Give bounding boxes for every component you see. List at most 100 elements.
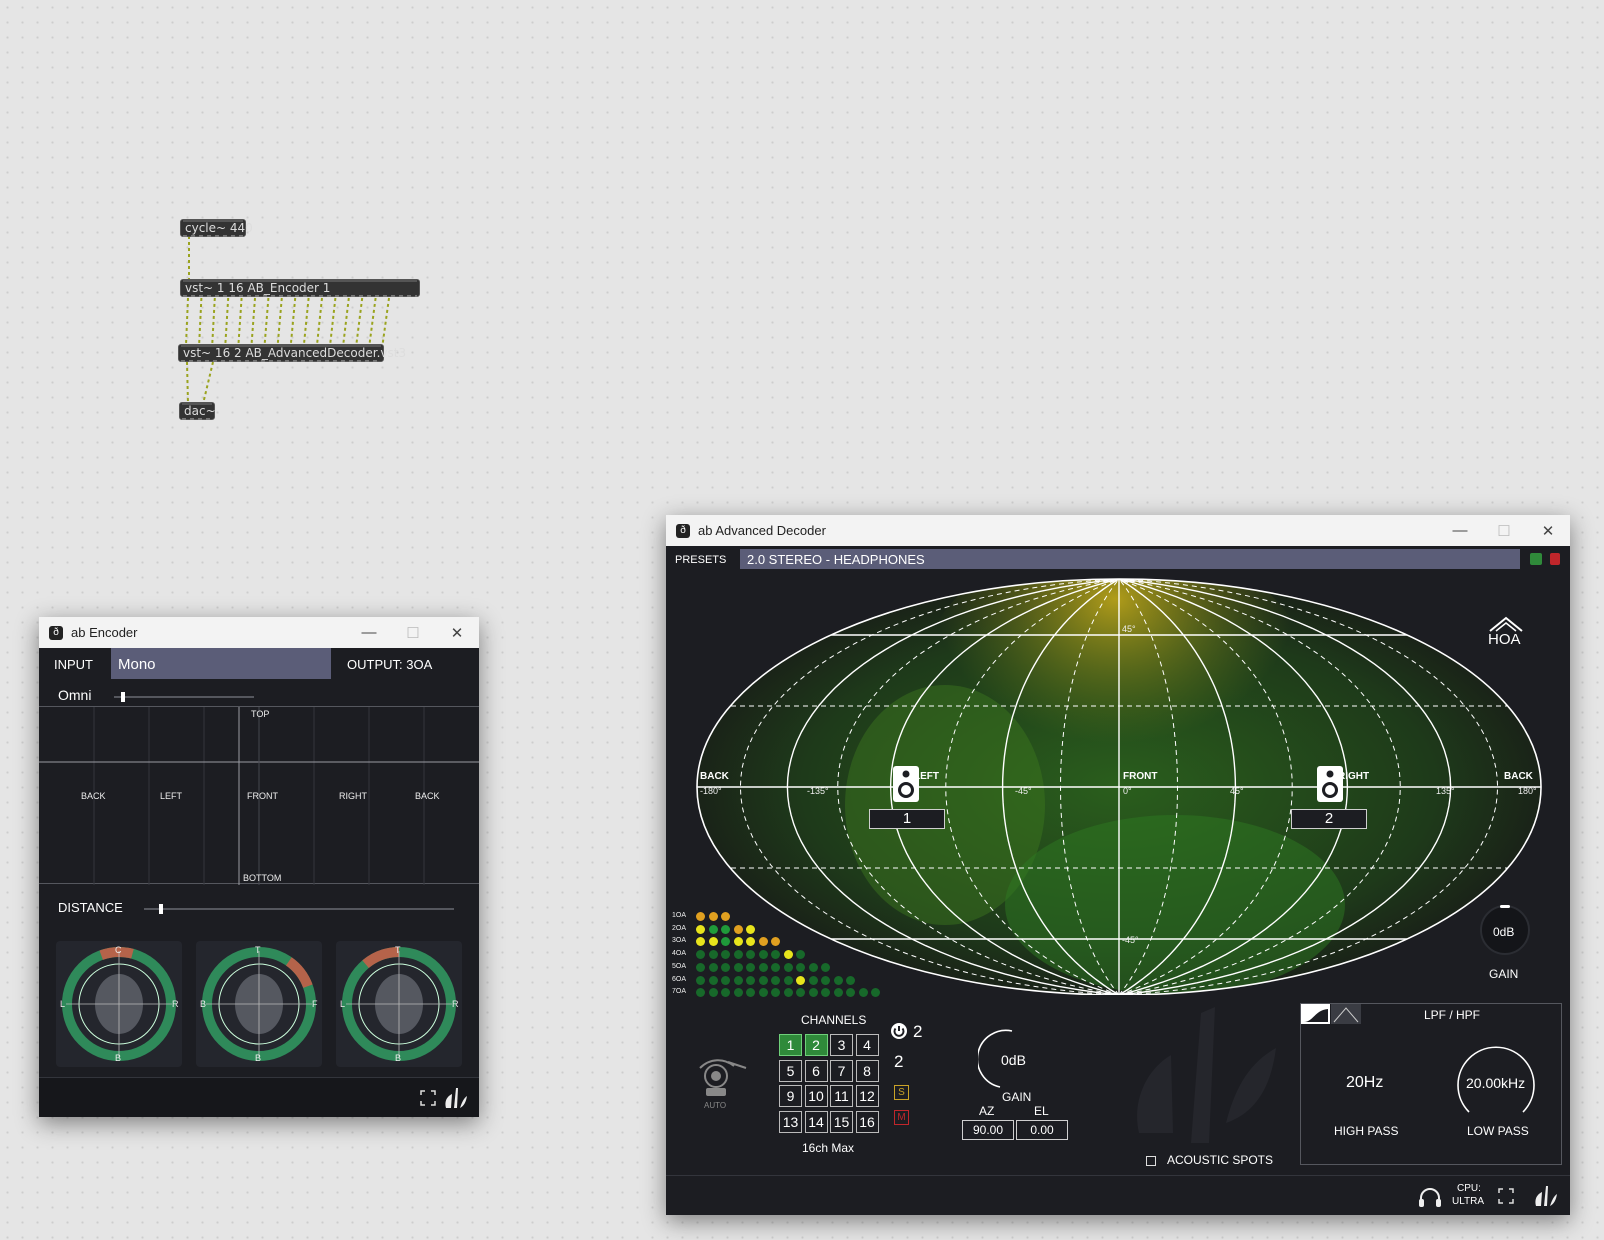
grid-back-left-label: BACK <box>81 791 106 801</box>
minimize-icon[interactable]: — <box>1438 522 1482 539</box>
head-right-label: R <box>452 999 459 1009</box>
headphones-icon[interactable] <box>1418 1186 1442 1208</box>
head-right-label: F <box>312 999 318 1009</box>
cpu-value[interactable]: ULTRA <box>1452 1196 1484 1207</box>
order-dot <box>696 962 705 972</box>
direction-grid[interactable]: TOP BOTTOM BACK LEFT FRONT RIGHT BACK <box>39 706 479 885</box>
power-icon[interactable] <box>890 1022 908 1040</box>
channel-button-10[interactable]: 10 <box>804 1085 828 1107</box>
speaker-right-number[interactable]: 2 <box>1291 809 1367 829</box>
order-dot <box>833 988 843 998</box>
head-meter-ring <box>202 947 316 1061</box>
presets-label: PRESETS <box>675 554 727 566</box>
mute-button[interactable]: M <box>894 1110 909 1125</box>
fullscreen-icon[interactable] <box>420 1090 436 1106</box>
maximize-icon[interactable]: ☐ <box>391 624 435 642</box>
channel-button-2[interactable]: 2 <box>804 1034 828 1056</box>
channel-button-16[interactable]: 16 <box>855 1110 879 1133</box>
head-top-label: T <box>255 945 261 955</box>
channel-button-11[interactable]: 11 <box>830 1085 853 1107</box>
head-top-label: C <box>115 945 122 955</box>
channel-button-4[interactable]: 4 <box>855 1034 879 1056</box>
hpf-value[interactable]: 20Hz <box>1346 1074 1383 1092</box>
channel-gain-value: 0dB <box>1001 1052 1026 1068</box>
channel-button-15[interactable]: 15 <box>830 1110 853 1133</box>
order-dot <box>721 937 730 947</box>
order-dot <box>833 975 843 985</box>
delete-preset-icon[interactable] <box>1550 553 1560 565</box>
close-icon[interactable]: ✕ <box>1526 522 1570 540</box>
order-dot <box>783 988 793 998</box>
order-dot <box>871 988 880 998</box>
channel-button-13[interactable]: 13 <box>779 1110 802 1133</box>
channel-button-3[interactable]: 3 <box>830 1034 853 1056</box>
order-dot <box>783 975 793 985</box>
az-input[interactable]: 90.00 <box>962 1120 1014 1140</box>
map-deg-m135: -135° <box>807 786 829 796</box>
solo-button[interactable]: S <box>894 1085 909 1100</box>
head-left-label: L <box>340 999 346 1009</box>
omni-slider-handle[interactable] <box>120 692 125 702</box>
order-dot <box>821 975 830 985</box>
order-dot <box>808 962 818 972</box>
save-preset-icon[interactable] <box>1530 553 1542 565</box>
map-deg-180: 180° <box>1518 786 1537 796</box>
head-left-label: B <box>200 999 207 1009</box>
order-dot <box>746 962 755 972</box>
order-dot <box>783 962 793 972</box>
order-dot <box>721 975 730 985</box>
order-label: 1OA <box>672 912 687 919</box>
input-dropdown[interactable]: Mono <box>111 648 331 679</box>
maximize-icon[interactable]: ☐ <box>1482 522 1526 540</box>
order-dot <box>733 962 743 972</box>
auto-tracking-icon[interactable] <box>688 1058 752 1100</box>
filter-type-tabs[interactable] <box>1301 1004 1361 1024</box>
dac-object[interactable]: dac~ <box>179 402 216 420</box>
speaker-left-number[interactable]: 1 <box>869 809 945 829</box>
channel-button-12[interactable]: 12 <box>855 1085 879 1107</box>
order-label: 3OA <box>672 937 687 945</box>
channel-button-6[interactable]: 6 <box>804 1059 828 1082</box>
encoder-vst-object[interactable]: vst~ 1 16 AB_Encoder 1 <box>180 279 420 297</box>
fullscreen-icon[interactable] <box>1498 1188 1514 1204</box>
decoder-vst-object[interactable]: vst~ 16 2 AB_AdvancedDecoder.vst3 <box>178 344 406 362</box>
decoder-titlebar[interactable]: ð ab Advanced Decoder — ☐ ✕ <box>666 515 1570 546</box>
order-dot <box>696 975 705 985</box>
channel-button-9[interactable]: 9 <box>779 1085 802 1107</box>
order-dot <box>746 924 755 934</box>
order-dot <box>746 950 755 960</box>
order-dot <box>708 937 718 947</box>
order-dot <box>733 937 743 947</box>
window-title: ab Advanced Decoder <box>698 523 826 538</box>
order-dot <box>733 988 743 998</box>
filter-panel: LPF / HPF 20Hz HIGH PASS 20.00kHz LOW PA… <box>1300 1003 1562 1165</box>
channel-button-7[interactable]: 7 <box>830 1059 853 1082</box>
channels-label: CHANNELS <box>801 1013 867 1027</box>
order-dot <box>746 937 755 947</box>
order-dot <box>758 988 768 998</box>
head-left-label: L <box>60 999 66 1009</box>
acoustic-spots-checkbox[interactable] <box>1146 1156 1156 1166</box>
order-dot <box>708 975 718 985</box>
head-bottom-label: B <box>115 1053 122 1063</box>
lpf-label: LOW PASS <box>1467 1124 1529 1138</box>
close-icon[interactable]: ✕ <box>435 624 479 642</box>
channel-button-5[interactable]: 5 <box>779 1059 802 1082</box>
cycle-object[interactable]: cycle~ 440 <box>180 219 253 237</box>
az-label: AZ <box>979 1104 995 1118</box>
distance-slider-handle[interactable] <box>159 904 164 914</box>
map-front-label: FRONT <box>1123 771 1158 782</box>
omni-slider[interactable] <box>114 692 254 702</box>
distance-slider[interactable] <box>144 904 454 914</box>
grid-back-right-label: BACK <box>415 791 440 801</box>
channel-button-1[interactable]: 1 <box>779 1034 802 1056</box>
minimize-icon[interactable]: — <box>347 624 391 641</box>
preset-dropdown[interactable]: 2.0 STEREO - HEADPHONES <box>740 549 1520 569</box>
el-input[interactable]: 0.00 <box>1016 1120 1068 1140</box>
encoder-titlebar[interactable]: ð ab Encoder — ☐ ✕ <box>39 617 479 648</box>
order-dot <box>721 962 730 972</box>
channel-button-8[interactable]: 8 <box>855 1059 879 1082</box>
head-bottom-label: B <box>395 1053 402 1063</box>
channel-button-14[interactable]: 14 <box>804 1110 828 1133</box>
filter-shape-icon <box>1301 1004 1361 1024</box>
